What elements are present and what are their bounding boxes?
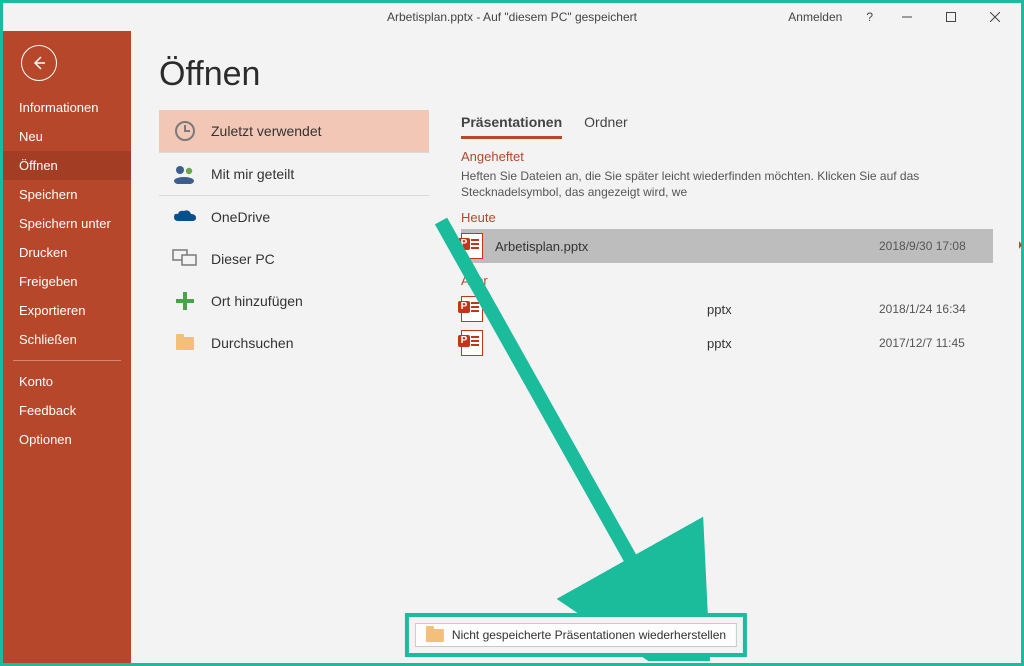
file-ext: pptx bbox=[707, 302, 867, 317]
file-row[interactable]: pptx 2018/1/24 16:34 bbox=[461, 292, 993, 326]
backstage-body: Informationen Neu Öffnen Speichern Speic… bbox=[3, 31, 1021, 663]
people-icon bbox=[171, 163, 199, 185]
maximize-button[interactable] bbox=[929, 3, 973, 31]
columns: Zuletzt verwendet Mit mir geteilt OneDri… bbox=[159, 110, 993, 651]
location-thispc[interactable]: Dieser PC bbox=[159, 238, 429, 280]
location-label: Durchsuchen bbox=[211, 335, 294, 351]
titlebar: Arbetisplan.pptx - Auf "diesem PC" gespe… bbox=[3, 3, 1021, 31]
minimize-button[interactable] bbox=[885, 3, 929, 31]
titlebar-right: Anmelden ? bbox=[776, 3, 1021, 31]
sidebar-item-account[interactable]: Konto bbox=[3, 367, 131, 396]
location-shared[interactable]: Mit mir geteilt bbox=[159, 153, 429, 195]
sidebar-item-info[interactable]: Informationen bbox=[3, 93, 131, 122]
help-link[interactable]: ? bbox=[854, 10, 885, 24]
main-panel: Öffnen Zuletzt verwendet Mit mir geteilt bbox=[131, 31, 1021, 663]
sidebar-item-close[interactable]: Schließen bbox=[3, 325, 131, 354]
locations-list: Zuletzt verwendet Mit mir geteilt OneDri… bbox=[159, 110, 429, 651]
sidebar-nav: Informationen Neu Öffnen Speichern Speic… bbox=[3, 93, 131, 454]
file-name: Arbetisplan.pptx bbox=[495, 239, 695, 254]
group-today-title: Heute bbox=[461, 210, 993, 225]
sidebar-item-save[interactable]: Speichern bbox=[3, 180, 131, 209]
page-title: Öffnen bbox=[159, 55, 993, 94]
file-row[interactable]: pptx 2017/12/7 11:45 bbox=[461, 326, 993, 360]
location-label: Zuletzt verwendet bbox=[211, 123, 322, 139]
file-tabs: Präsentationen Ordner bbox=[461, 110, 993, 139]
location-label: Dieser PC bbox=[211, 251, 275, 267]
location-label: Mit mir geteilt bbox=[211, 166, 294, 182]
folder-icon bbox=[171, 332, 199, 354]
pptx-icon bbox=[461, 330, 483, 356]
clock-icon bbox=[171, 120, 199, 142]
location-recent[interactable]: Zuletzt verwendet bbox=[159, 110, 429, 152]
file-date: 2018/9/30 17:08 bbox=[879, 239, 999, 253]
recover-label: Nicht gespeicherte Präsentationen wieder… bbox=[452, 628, 726, 642]
location-label: Ort hinzufügen bbox=[211, 293, 303, 309]
pptx-icon bbox=[461, 296, 483, 322]
sidebar-item-feedback[interactable]: Feedback bbox=[3, 396, 131, 425]
cloud-icon bbox=[171, 206, 199, 228]
pinned-help-text: Heften Sie Dateien an, die Sie später le… bbox=[461, 168, 993, 200]
signin-link[interactable]: Anmelden bbox=[776, 10, 854, 24]
plus-icon bbox=[171, 290, 199, 312]
sidebar-item-share[interactable]: Freigeben bbox=[3, 267, 131, 296]
sidebar-item-saveas[interactable]: Speichern unter bbox=[3, 209, 131, 238]
arrow-left-icon bbox=[31, 55, 47, 71]
sidebar-separator bbox=[13, 360, 121, 361]
sidebar: Informationen Neu Öffnen Speichern Speic… bbox=[3, 31, 131, 663]
window-title: Arbetisplan.pptx - Auf "diesem PC" gespe… bbox=[387, 10, 637, 24]
location-browse[interactable]: Durchsuchen bbox=[159, 322, 429, 364]
close-button[interactable] bbox=[973, 3, 1017, 31]
recover-highlight: Nicht gespeicherte Präsentationen wieder… bbox=[405, 613, 747, 657]
sidebar-item-new[interactable]: Neu bbox=[3, 122, 131, 151]
sidebar-item-options[interactable]: Optionen bbox=[3, 425, 131, 454]
pin-icon[interactable] bbox=[1011, 239, 1023, 254]
file-row[interactable]: Arbetisplan.pptx 2018/9/30 17:08 bbox=[461, 229, 993, 263]
folder-icon bbox=[426, 629, 444, 642]
sidebar-item-print[interactable]: Drucken bbox=[3, 238, 131, 267]
file-date: 2017/12/7 11:45 bbox=[879, 336, 999, 350]
file-date: 2018/1/24 16:34 bbox=[879, 302, 999, 316]
tab-presentations[interactable]: Präsentationen bbox=[461, 110, 562, 139]
files-panel: Präsentationen Ordner Angeheftet Heften … bbox=[461, 110, 993, 651]
pc-icon bbox=[171, 248, 199, 270]
location-addplace[interactable]: Ort hinzufügen bbox=[159, 280, 429, 322]
group-older-title: Älter bbox=[461, 273, 993, 288]
pptx-icon bbox=[461, 233, 483, 259]
location-label: OneDrive bbox=[211, 209, 270, 225]
file-ext: pptx bbox=[707, 336, 867, 351]
location-onedrive[interactable]: OneDrive bbox=[159, 196, 429, 238]
sidebar-item-export[interactable]: Exportieren bbox=[3, 296, 131, 325]
group-pinned-title: Angeheftet bbox=[461, 149, 993, 164]
recover-unsaved-button[interactable]: Nicht gespeicherte Präsentationen wieder… bbox=[415, 623, 737, 647]
app-frame: Arbetisplan.pptx - Auf "diesem PC" gespe… bbox=[0, 0, 1024, 666]
back-button[interactable] bbox=[21, 45, 57, 81]
sidebar-item-open[interactable]: Öffnen bbox=[3, 151, 131, 180]
tab-folders[interactable]: Ordner bbox=[584, 110, 628, 139]
